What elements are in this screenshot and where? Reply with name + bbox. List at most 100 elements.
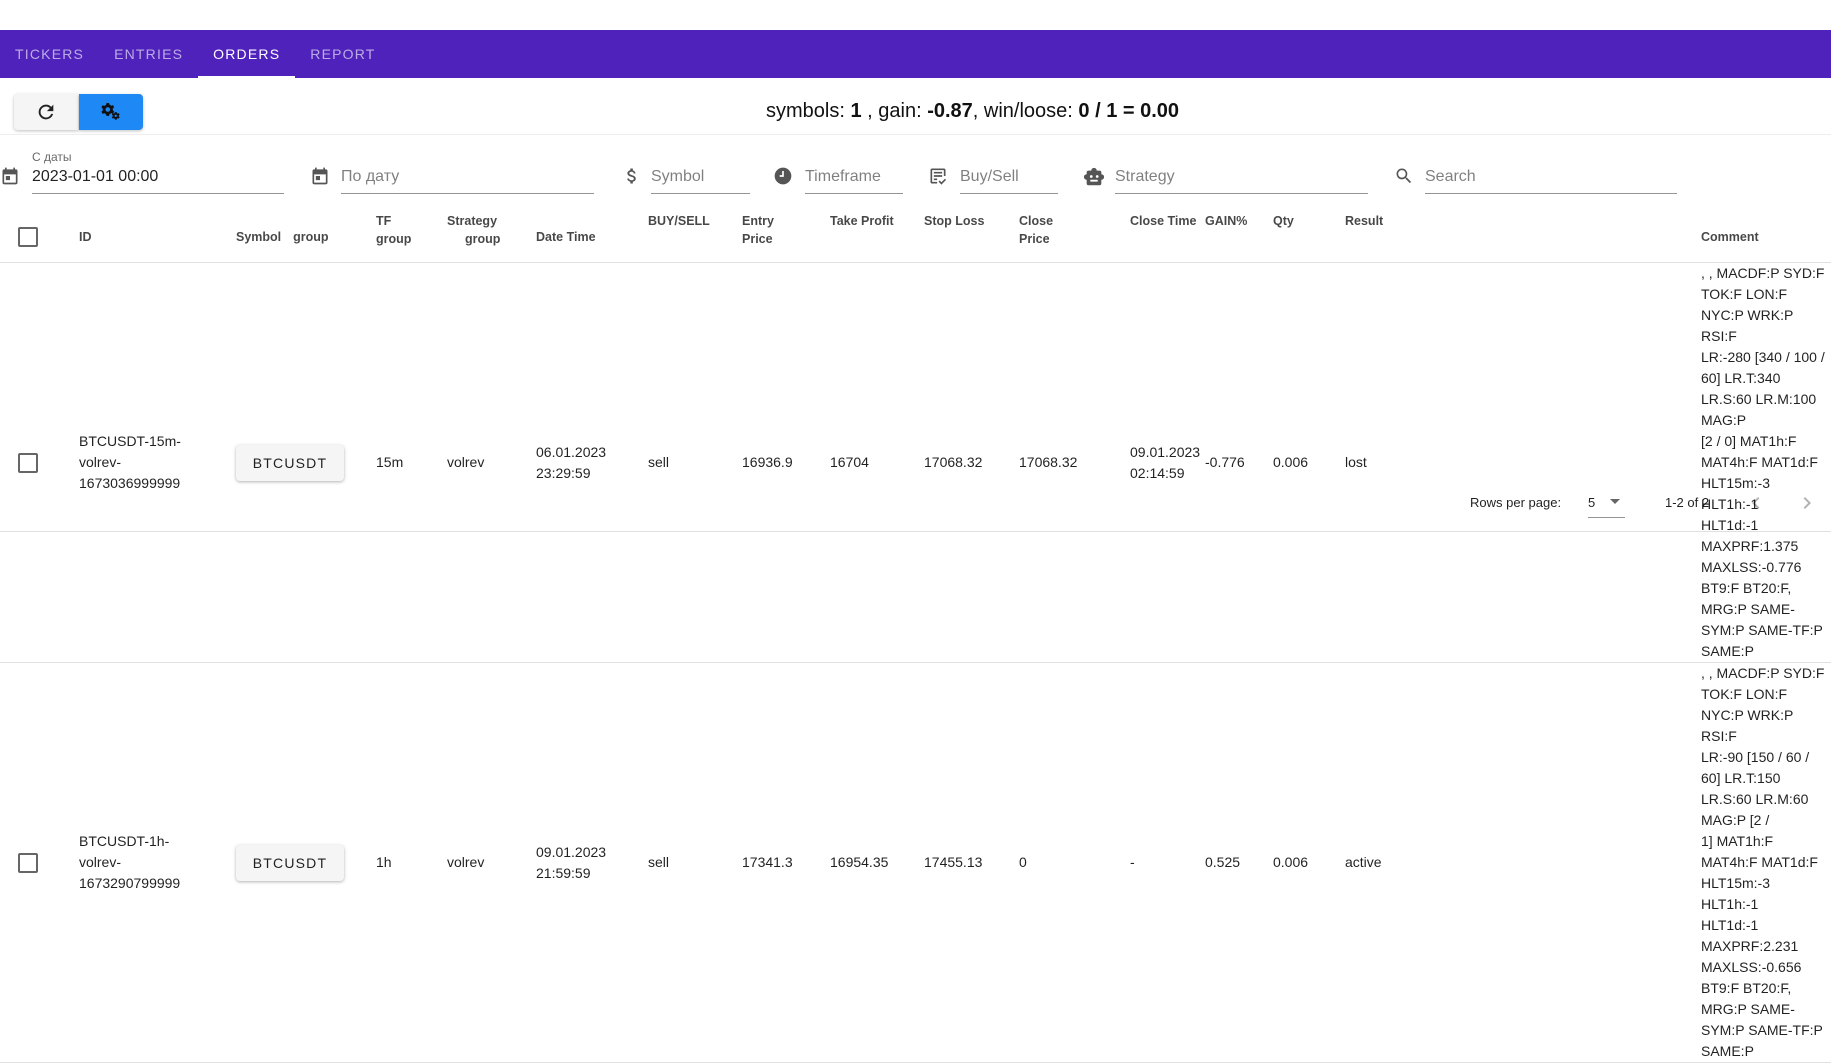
calendar-icon [312,167,328,185]
comment-line: , , MACDF:P SYD:F TOK:F LON:F NYC:P WRK:… [1701,665,1825,744]
id-line: volrev- [79,454,122,470]
select-all-checkbox[interactable] [18,227,38,247]
from-date-field[interactable]: С даты 2023-01-01 00:00 [0,140,284,194]
rows-per-page-label: Rows per page: [1470,495,1562,510]
header-buysell[interactable]: BUY/SELL [648,212,742,263]
header-result[interactable]: Result [1345,212,1701,263]
cell-result: active [1345,662,1701,1063]
gears-icon [101,103,120,120]
cell-qty: 0.006 [1273,262,1345,663]
to-date-placeholder: По дату [341,168,400,185]
header-entry-1: Entry [742,214,774,228]
timeframe-field[interactable]: Timeframe [773,140,903,194]
search-icon [1396,168,1412,184]
refresh-button[interactable] [14,94,78,130]
select-all-cell [0,212,79,263]
tab-orders[interactable]: ORDERS [198,30,296,78]
header-stop-loss[interactable]: Stop Loss [924,212,1019,263]
symbol-field[interactable]: Symbol [622,140,750,194]
clock-icon [774,167,792,185]
cell-entry-price: 16936.9 [742,262,830,663]
row-select-cell [0,262,79,663]
row-checkbox[interactable] [18,853,38,874]
top-nav: TICKERS ENTRIES ORDERS REPORT [0,30,1831,78]
symbol-underline [651,193,750,194]
symbols-value: 1 [850,100,862,122]
header-entry-price[interactable]: Entry Price [742,212,830,263]
toolbar: symbols: 1 , gain: -0.87, win/loose: 0 /… [0,78,1831,135]
comment-line: MRG:P SAME-SYM:P SAME-TF:P SAME:P [1701,601,1823,659]
cell-datetime: 09.01.2023 21:59:59 [536,662,648,1063]
buysell-field[interactable]: Buy/Sell [928,140,1058,194]
header-id[interactable]: ID [79,212,236,263]
strategy-field[interactable]: Strategy [1083,140,1368,194]
orders-table: ID Symbol group TF group Strategy group Dat… [0,212,1831,1063]
summary-text: symbols: 1 , gain: -0.87, win/loose: 0 /… [766,100,1179,123]
chevron-right-icon[interactable] [1795,491,1819,515]
header-gain[interactable]: GAIN% [1205,212,1273,263]
cell-qty: 0.006 [1273,662,1345,1063]
id-line: volrev- [79,854,122,870]
cell-id: BTCUSDT-15m-volrev- 1673036999999 [79,262,236,663]
header-symbol: Symbol [236,230,282,244]
to-date-field[interactable]: По дату [310,140,594,194]
table-row[interactable]: BTCUSDT-1h-volrev- 1673290799999 BTCUSDT … [0,662,1831,1063]
header-tf-group[interactable]: TF group [376,212,447,263]
id-line: BTCUSDT-15m- [79,433,181,449]
header-close-price[interactable]: Close Price [1019,212,1130,263]
header-close-time[interactable]: Close Time [1130,212,1205,263]
symbol-button[interactable]: BTCUSDT [236,844,344,881]
header-symbol-group-label: group [293,230,329,244]
comment-line: , , MACDF:P SYD:F TOK:F LON:F NYC:P WRK:… [1701,265,1825,344]
from-date-value[interactable]: 2023-01-01 00:00 [32,168,158,186]
header-qty[interactable]: Qty [1273,212,1345,263]
cell-buysell: sell [648,262,742,663]
table-row[interactable]: BTCUSDT-15m-volrev- 1673036999999 BTCUSDT… [0,262,1831,663]
datetime-line: 21:59:59 [536,864,591,881]
tab-entries[interactable]: ENTRIES [99,30,198,78]
gain-value: -0.87 [927,100,973,122]
dollar-icon [627,168,636,184]
list-check-icon [930,168,947,185]
cell-gain: -0.776 [1205,262,1273,663]
row-select-cell [0,662,79,1063]
search-underline [1425,193,1677,194]
settings-button[interactable] [79,94,143,130]
cell-comment: , , MACDF:P SYD:F TOK:F LON:F NYC:P WRK:… [1701,662,1831,1063]
symbol-placeholder: Symbol [651,168,705,185]
symbols-label: symbols: [766,100,851,122]
timeframe-underline [805,193,903,194]
cell-stop-loss: 17455.13 [924,662,1019,1063]
from-date-label: С даты [32,150,72,164]
winloose-label: , win/loose: [972,100,1079,122]
cell-buysell: sell [648,662,742,1063]
header-strategy-group[interactable]: Strategy group [447,212,536,263]
header-symbol-group[interactable]: Symbol group [236,212,376,263]
cell-tf: 1h [376,662,447,1063]
cell-close-price: 0 [1019,662,1130,1063]
header-strategy-group-label: group [465,232,501,246]
comment-line: MRG:P SAME-SYM:P SAME-TF:P SAME:P [1701,1001,1823,1059]
header-entry-2: Price [742,232,773,246]
tab-tickers[interactable]: TICKERS [0,30,99,78]
cell-comment: , , MACDF:P SYD:F TOK:F LON:F NYC:P WRK:… [1701,262,1831,663]
search-field[interactable]: Search [1394,140,1677,194]
cell-close-price: 17068.32 [1019,262,1130,663]
tab-report[interactable]: REPORT [295,30,390,78]
comment-line: LR:-90 [150 / 60 / 60] LR.T:150 LR.S:60 … [1701,749,1810,828]
cell-datetime: 06.01.2023 23:29:59 [536,262,648,663]
datetime-line: 06.01.2023 [536,443,607,460]
chevron-left-icon[interactable] [1744,491,1768,515]
header-close-2: Price [1019,232,1050,246]
gain-label: , gain: [861,100,928,122]
row-checkbox[interactable] [18,453,38,474]
caret-down-icon [1610,499,1620,504]
rows-per-page-select[interactable]: 5 [1588,493,1625,518]
id-line: BTCUSDT-1h- [79,833,170,849]
pagination: Rows per page: 5 1-2 of 2 [0,475,1831,532]
comment-line: 1] MAT1h:F MAT4h:F MAT1d:F HLT15m:-3 HLT… [1701,833,1818,912]
header-take-profit[interactable]: Take Profit [830,212,924,263]
header-datetime[interactable]: Date Time [536,212,648,263]
header-comment[interactable]: Comment [1701,212,1831,263]
strategy-underline [1115,193,1368,194]
